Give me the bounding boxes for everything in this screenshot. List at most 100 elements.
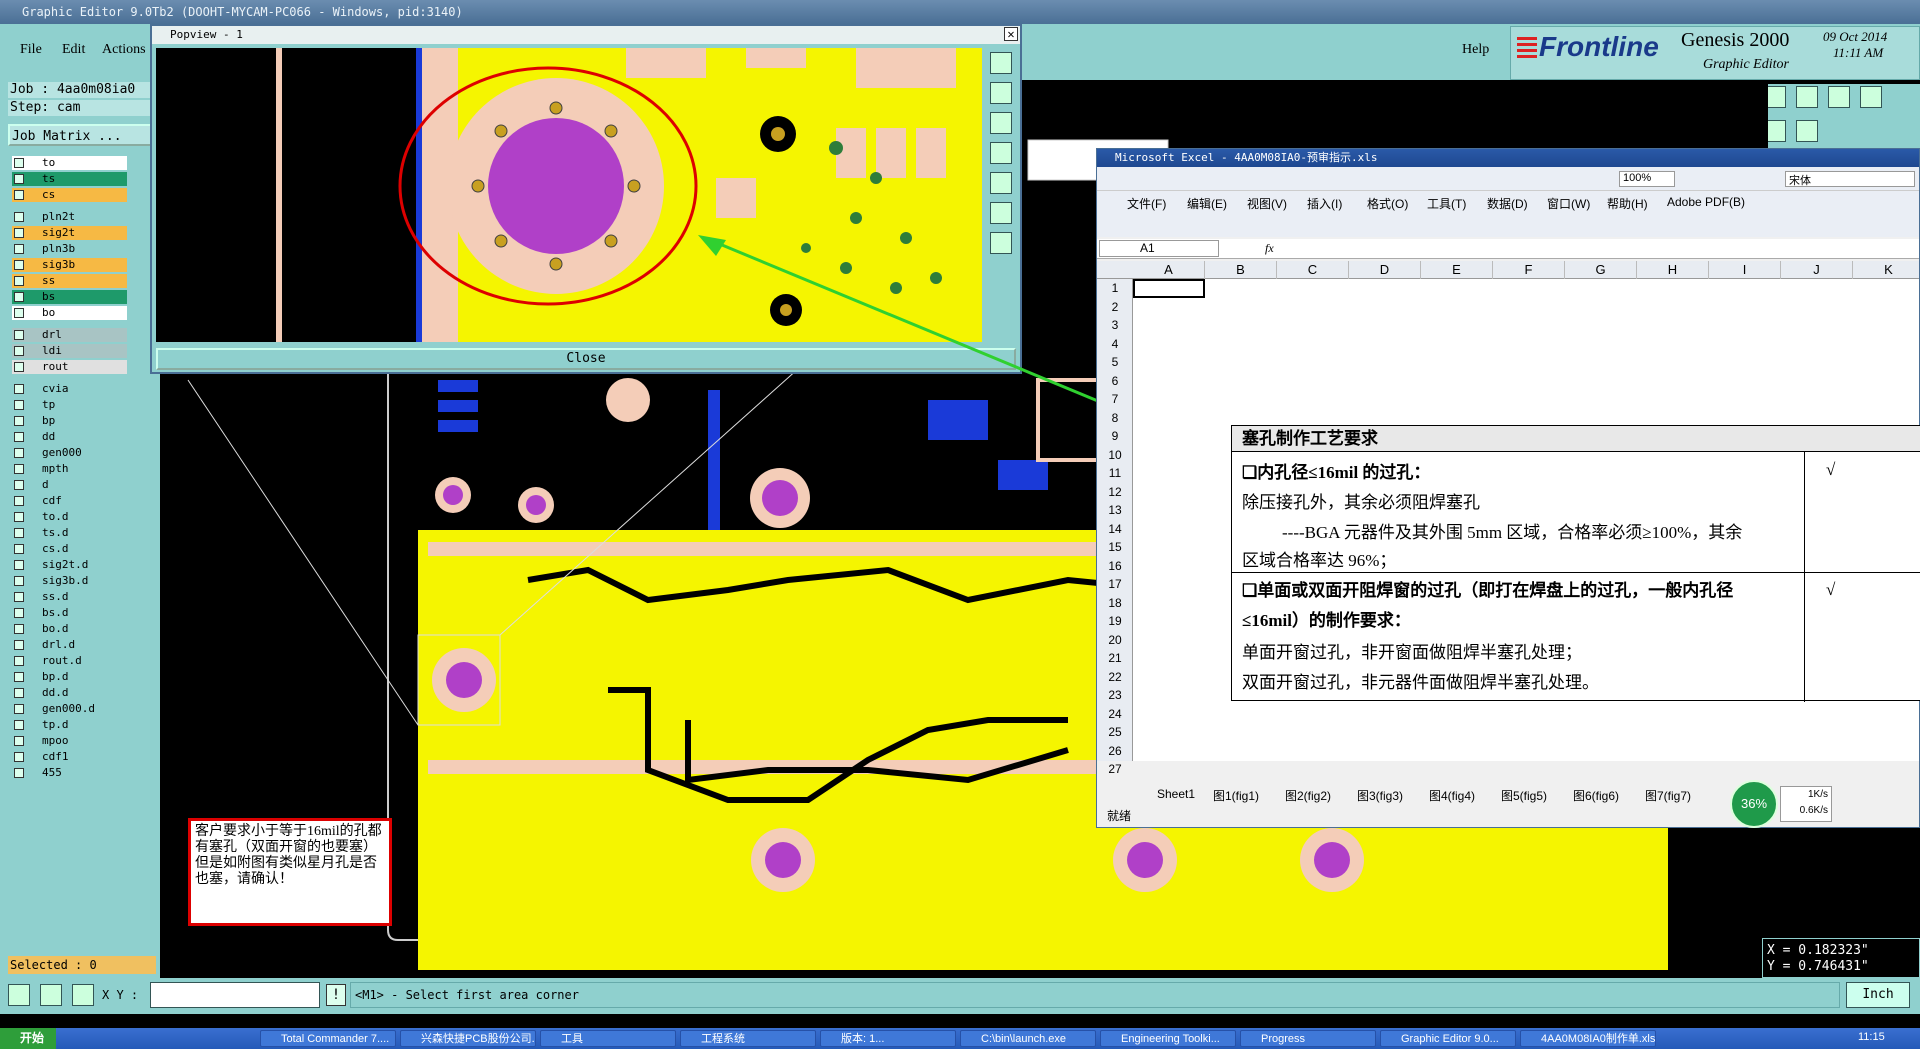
xy-input[interactable] bbox=[150, 982, 320, 1008]
menu-actions[interactable]: Actions bbox=[102, 42, 146, 58]
row-header[interactable]: 19 bbox=[1097, 612, 1133, 630]
layer-checkbox-icon[interactable] bbox=[14, 736, 24, 746]
excel-menu-5[interactable]: 工具(T) bbox=[1427, 195, 1466, 212]
row-header[interactable]: 26 bbox=[1097, 742, 1133, 760]
network-speed-badge[interactable]: 36% bbox=[1730, 780, 1778, 828]
column-header-J[interactable]: J bbox=[1781, 261, 1853, 279]
layer-checkbox-icon[interactable] bbox=[14, 768, 24, 778]
layer-row-tp[interactable]: tp bbox=[12, 398, 127, 412]
layer-row-cs-d[interactable]: cs.d bbox=[12, 542, 127, 556]
row-header[interactable]: 23 bbox=[1097, 686, 1133, 704]
layer-checkbox-icon[interactable] bbox=[14, 512, 24, 522]
menu-edit[interactable]: Edit bbox=[62, 42, 85, 58]
row-header[interactable]: 3 bbox=[1097, 316, 1133, 334]
popview-fit-icon[interactable] bbox=[990, 202, 1012, 224]
layer-checkbox-icon[interactable] bbox=[14, 308, 24, 318]
row-header[interactable]: 12 bbox=[1097, 483, 1133, 501]
layer-row-ts-d[interactable]: ts.d bbox=[12, 526, 127, 540]
row-header[interactable]: 25 bbox=[1097, 723, 1133, 741]
layer-checkbox-icon[interactable] bbox=[14, 464, 24, 474]
layer-checkbox-icon[interactable] bbox=[14, 496, 24, 506]
popview-up-icon[interactable] bbox=[990, 82, 1012, 104]
row-header[interactable]: 4 bbox=[1097, 335, 1133, 353]
layer-checkbox-icon[interactable] bbox=[14, 752, 24, 762]
start-button[interactable]: 开始 bbox=[0, 1028, 56, 1049]
layer-row-mpoo[interactable]: mpoo bbox=[12, 734, 127, 748]
layer-row-to[interactable]: to bbox=[12, 156, 127, 170]
layer-checkbox-icon[interactable] bbox=[14, 704, 24, 714]
layer-row-455[interactable]: 455 bbox=[12, 766, 127, 780]
layer-checkbox-icon[interactable] bbox=[14, 330, 24, 340]
excel-menu-1[interactable]: 编辑(E) bbox=[1187, 195, 1227, 212]
layer-row-bs[interactable]: bs bbox=[12, 290, 127, 304]
layer-checkbox-icon[interactable] bbox=[14, 276, 24, 286]
taskbar-item[interactable]: 工具 bbox=[540, 1030, 676, 1047]
column-header-G[interactable]: G bbox=[1565, 261, 1637, 279]
layer-checkbox-icon[interactable] bbox=[14, 212, 24, 222]
layer-checkbox-icon[interactable] bbox=[14, 346, 24, 356]
layer-checkbox-icon[interactable] bbox=[14, 400, 24, 410]
layer-checkbox-icon[interactable] bbox=[14, 448, 24, 458]
taskbar-item[interactable]: Total Commander 7.... bbox=[260, 1030, 396, 1047]
layer-checkbox-icon[interactable] bbox=[14, 292, 24, 302]
toolbar-icon-4[interactable] bbox=[1860, 86, 1882, 108]
row-header[interactable]: 18 bbox=[1097, 594, 1133, 612]
layer-row-bs-d[interactable]: bs.d bbox=[12, 606, 127, 620]
layer-checkbox-icon[interactable] bbox=[14, 560, 24, 570]
row-header[interactable]: 27 bbox=[1097, 760, 1133, 778]
taskbar-item[interactable]: 版本: 1... bbox=[820, 1030, 956, 1047]
taskbar-item[interactable]: 工程系统 bbox=[680, 1030, 816, 1047]
row-header[interactable]: 9 bbox=[1097, 427, 1133, 445]
layer-row-rout[interactable]: rout bbox=[12, 360, 127, 374]
popview-right-icon[interactable] bbox=[990, 172, 1012, 194]
layer-row-ldi[interactable]: ldi bbox=[12, 344, 127, 358]
layer-checkbox-icon[interactable] bbox=[14, 720, 24, 730]
name-box[interactable]: A1 bbox=[1099, 240, 1219, 257]
layer-row-drl[interactable]: drl bbox=[12, 328, 127, 342]
toolbar-icon-6[interactable] bbox=[1796, 120, 1818, 142]
layer-row-drl-d[interactable]: drl.d bbox=[12, 638, 127, 652]
column-header-H[interactable]: H bbox=[1637, 261, 1709, 279]
layer-row-dd[interactable]: dd bbox=[12, 430, 127, 444]
layer-checkbox-icon[interactable] bbox=[14, 656, 24, 666]
sheet-tab[interactable]: 图2(fig2) bbox=[1285, 787, 1331, 803]
layer-row-dd-d[interactable]: dd.d bbox=[12, 686, 127, 700]
excel-menu-2[interactable]: 视图(V) bbox=[1247, 195, 1287, 212]
row-header[interactable]: 5 bbox=[1097, 353, 1133, 371]
cmd-tool-icon-2[interactable] bbox=[40, 984, 62, 1006]
column-header-K[interactable]: K bbox=[1853, 261, 1920, 279]
row-header[interactable]: 16 bbox=[1097, 557, 1133, 575]
row-header[interactable]: 8 bbox=[1097, 409, 1133, 427]
layer-checkbox-icon[interactable] bbox=[14, 688, 24, 698]
excel-window[interactable]: Microsoft Excel - 4AA0M08IA0-预审指示.xls 10… bbox=[1096, 148, 1920, 828]
layer-checkbox-icon[interactable] bbox=[14, 592, 24, 602]
excel-menu-0[interactable]: 文件(F) bbox=[1127, 195, 1166, 212]
layer-row-sig3b[interactable]: sig3b bbox=[12, 258, 127, 272]
layer-row-to-d[interactable]: to.d bbox=[12, 510, 127, 524]
layer-row-gen000[interactable]: gen000 bbox=[12, 446, 127, 460]
layer-checkbox-icon[interactable] bbox=[14, 228, 24, 238]
sheet-tab[interactable]: 图6(fig6) bbox=[1573, 787, 1619, 803]
layer-row-cdf[interactable]: cdf bbox=[12, 494, 127, 508]
sheet-tab[interactable]: 图7(fig7) bbox=[1645, 787, 1691, 803]
column-header-F[interactable]: F bbox=[1493, 261, 1565, 279]
row-header[interactable]: 2 bbox=[1097, 298, 1133, 316]
column-header-A[interactable]: A bbox=[1133, 261, 1205, 279]
layer-checkbox-icon[interactable] bbox=[14, 158, 24, 168]
layer-checkbox-icon[interactable] bbox=[14, 432, 24, 442]
column-header-B[interactable]: B bbox=[1205, 261, 1277, 279]
layer-row-tp-d[interactable]: tp.d bbox=[12, 718, 127, 732]
zoom-select[interactable]: 100% bbox=[1619, 171, 1675, 187]
row-header[interactable]: 14 bbox=[1097, 520, 1133, 538]
layer-row-mpth[interactable]: mpth bbox=[12, 462, 127, 476]
layer-checkbox-icon[interactable] bbox=[14, 672, 24, 682]
layer-row-sig2t[interactable]: sig2t bbox=[12, 226, 127, 240]
layer-row-d[interactable]: d bbox=[12, 478, 127, 492]
toolbar-icon-2[interactable] bbox=[1796, 86, 1818, 108]
layer-checkbox-icon[interactable] bbox=[14, 576, 24, 586]
taskbar-item[interactable]: Graphic Editor 9.0... bbox=[1380, 1030, 1516, 1047]
layer-checkbox-icon[interactable] bbox=[14, 528, 24, 538]
row-header[interactable]: 15 bbox=[1097, 538, 1133, 556]
row-header[interactable]: 21 bbox=[1097, 649, 1133, 667]
row-header[interactable]: 13 bbox=[1097, 501, 1133, 519]
